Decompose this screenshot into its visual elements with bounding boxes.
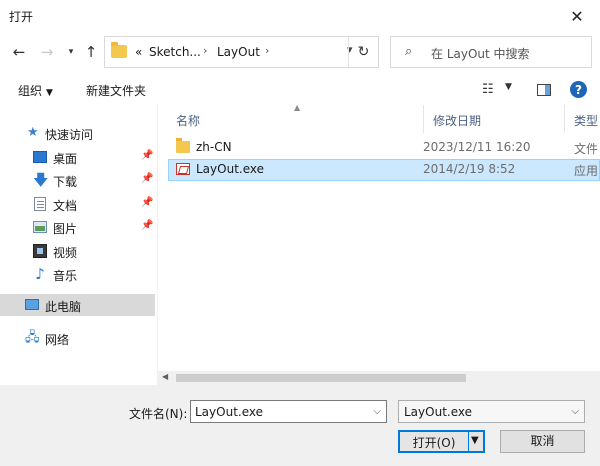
navigation-bar: ← → ▾ ↑ « Sketch... › LayOut › ▾ ↻ ⌕ 在 L… xyxy=(0,32,600,72)
horizontal-scrollbar[interactable]: ◀ xyxy=(158,371,600,385)
file-date: 2014/2/19 8:52 xyxy=(423,162,516,176)
new-folder-button[interactable]: 新建文件夹 xyxy=(86,82,146,99)
sidebar-item-label: 文档 xyxy=(53,199,78,213)
filetype-value: LayOut.exe xyxy=(404,405,472,419)
sidebar-item-this-pc[interactable]: 此电脑 xyxy=(0,294,155,316)
search-input[interactable]: 在 LayOut 中搜索 xyxy=(431,45,530,62)
file-date: 2023/12/11 16:20 xyxy=(423,140,531,154)
open-options-dropdown-icon[interactable]: ▼ xyxy=(471,435,479,446)
view-dropdown-icon[interactable]: ▼ xyxy=(505,82,512,92)
pin-icon[interactable]: 📌 xyxy=(141,150,153,161)
pin-icon[interactable]: 📌 xyxy=(141,220,153,231)
column-header-date[interactable]: 修改日期 xyxy=(433,112,481,129)
chevron-down-icon: ▼ xyxy=(46,88,53,98)
sidebar-item-pictures[interactable]: 图片 📌 xyxy=(0,216,155,238)
pictures-icon xyxy=(33,221,47,233)
file-name: LayOut.exe xyxy=(196,162,264,176)
network-icon: 🖧 xyxy=(25,330,40,345)
column-divider[interactable] xyxy=(564,105,565,133)
window-title: 打开 xyxy=(9,10,34,24)
pin-icon[interactable]: 📌 xyxy=(141,173,153,184)
sidebar-item-label: 网络 xyxy=(45,333,70,347)
sidebar-item-label: 视频 xyxy=(53,246,78,260)
download-icon: 🡇 xyxy=(33,171,49,189)
chevron-down-icon[interactable]: ⌵ xyxy=(373,406,381,417)
filename-value: LayOut.exe xyxy=(195,405,263,419)
sidebar-item-downloads[interactable]: 🡇 下载 📌 xyxy=(0,169,155,191)
sidebar-item-videos[interactable]: 视频 xyxy=(0,240,155,262)
column-header-row: ▲ 名称 修改日期 类型 xyxy=(158,105,600,133)
column-divider[interactable] xyxy=(423,105,424,133)
organize-label: 组织 xyxy=(18,84,43,98)
search-icon: ⌕ xyxy=(405,44,413,59)
music-icon: ♪ xyxy=(35,265,45,283)
sort-arrow-icon: ▲ xyxy=(294,105,301,112)
sidebar-item-label: 下载 xyxy=(53,175,78,189)
open-button-label: 打开(O) xyxy=(412,436,456,450)
file-type: 文件 xyxy=(574,142,599,156)
folder-icon xyxy=(176,138,190,153)
search-box[interactable]: ⌕ 在 LayOut 中搜索 xyxy=(390,36,592,68)
sidebar-item-label: 桌面 xyxy=(53,152,78,166)
cancel-button[interactable]: 取消 xyxy=(500,430,585,453)
filename-input[interactable]: LayOut.exe ⌵ xyxy=(190,400,387,423)
split-divider xyxy=(468,432,469,451)
sidebar-item-network[interactable]: 🖧 网络 xyxy=(0,327,155,349)
breadcrumb-layout[interactable]: LayOut xyxy=(217,45,260,59)
up-arrow-icon[interactable]: ↑ xyxy=(80,41,102,63)
help-icon[interactable]: ? xyxy=(570,81,587,98)
forward-arrow-icon[interactable]: → xyxy=(36,41,58,63)
file-type: 应用 xyxy=(574,164,599,178)
sidebar-item-quick-access[interactable]: ★ 快速访问 xyxy=(0,122,155,144)
refresh-icon[interactable]: ↻ xyxy=(348,37,378,67)
view-options-icon[interactable]: ☷ xyxy=(482,82,494,97)
organize-button[interactable]: 组织 ▼ xyxy=(18,82,53,99)
recent-locations-dropdown-icon[interactable]: ▾ xyxy=(60,41,82,63)
star-icon: ★ xyxy=(27,125,39,140)
dialog-footer: 文件名(N): LayOut.exe ⌵ LayOut.exe ⌵ 打开(O) … xyxy=(0,385,600,466)
breadcrumb-overflow[interactable]: « xyxy=(135,45,142,59)
sidebar-item-label: 此电脑 xyxy=(45,300,82,314)
desktop-icon xyxy=(33,151,47,163)
sidebar-item-music[interactable]: ♪ 音乐 xyxy=(0,263,155,285)
file-name: zh-CN xyxy=(196,140,232,154)
command-bar: 组织 ▼ 新建文件夹 ☷ ▼ ? xyxy=(0,73,600,105)
sidebar-item-label: 快速访问 xyxy=(45,128,94,142)
pin-icon[interactable]: 📌 xyxy=(141,197,153,208)
computer-icon xyxy=(25,299,39,310)
title-bar: 打开 ✕ xyxy=(0,0,600,32)
list-item[interactable]: zh-CN 2023/12/11 16:20 文件 xyxy=(168,137,600,159)
scrollbar-thumb[interactable] xyxy=(176,374,466,382)
chevron-down-icon[interactable]: ⌵ xyxy=(571,406,579,417)
breadcrumb-chevron-icon[interactable]: › xyxy=(265,44,269,57)
list-item-selected[interactable]: LayOut.exe 2014/2/19 8:52 应用 xyxy=(168,159,600,181)
sidebar-item-label: 音乐 xyxy=(53,269,78,283)
close-icon[interactable]: ✕ xyxy=(554,0,600,32)
filename-label: 文件名(N): xyxy=(129,407,188,421)
navigation-pane: ★ 快速访问 桌面 📌 🡇 下载 📌 文档 📌 图片 📌 视频 ♪ 音乐 此电脑… xyxy=(0,105,157,385)
column-header-type[interactable]: 类型 xyxy=(574,112,598,129)
exe-icon xyxy=(176,163,190,175)
document-icon xyxy=(34,197,46,211)
folder-icon xyxy=(111,42,127,58)
video-icon xyxy=(33,244,47,258)
filetype-select[interactable]: LayOut.exe ⌵ xyxy=(398,400,585,423)
sidebar-item-label: 图片 xyxy=(53,222,78,236)
preview-pane-icon[interactable] xyxy=(537,84,551,96)
file-list: ▲ 名称 修改日期 类型 zh-CN 2023/12/11 16:20 文件 L… xyxy=(158,105,600,371)
address-bar[interactable]: « Sketch... › LayOut › ▾ ↻ xyxy=(104,36,379,68)
open-button[interactable]: 打开(O) ▼ xyxy=(398,430,485,453)
breadcrumb-sketchup[interactable]: Sketch... xyxy=(149,45,201,59)
column-header-name[interactable]: 名称 xyxy=(176,112,200,129)
scroll-left-icon[interactable]: ◀ xyxy=(162,372,168,381)
back-arrow-icon[interactable]: ← xyxy=(8,41,30,63)
breadcrumb-chevron-icon[interactable]: › xyxy=(203,44,207,57)
sidebar-item-documents[interactable]: 文档 📌 xyxy=(0,193,155,215)
sidebar-item-desktop[interactable]: 桌面 📌 xyxy=(0,146,155,168)
